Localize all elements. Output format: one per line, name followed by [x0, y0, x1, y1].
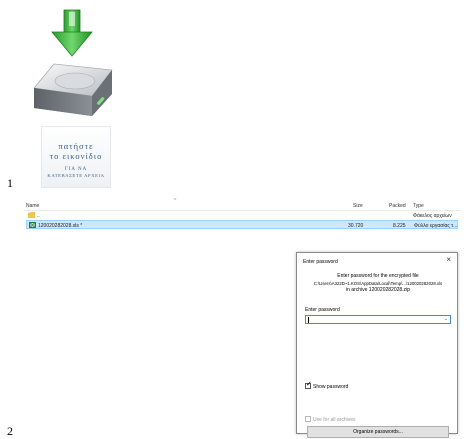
- password-dialog: Enter password × Enter password for the …: [296, 252, 458, 438]
- use-for-all-archives-label[interactable]: Use for all archives: [313, 417, 356, 423]
- download-drive-illustration[interactable]: [28, 8, 116, 118]
- organize-passwords-button[interactable]: Organize passwords...: [307, 426, 449, 438]
- file-packed-size: 8.225: [393, 223, 406, 229]
- file-name: ..: [37, 213, 40, 219]
- column-headers: ^ Name Size Packed Type: [24, 198, 460, 211]
- file-type: Φάκελος αρχείων: [413, 213, 452, 219]
- dialog-title: Enter password: [303, 259, 338, 265]
- message-line-3: in archive 120020282028.zip: [346, 287, 410, 293]
- column-header-size[interactable]: Size: [353, 203, 363, 209]
- close-icon[interactable]: ×: [446, 255, 451, 264]
- file-size: 30.720: [348, 223, 364, 229]
- download-instruction-label[interactable]: πατήστε το εικονίδιο ΓΙΑ ΝΑ ΚΑΤΕΒΑΣΕΤΕ Α…: [41, 126, 111, 188]
- password-input[interactable]: ⌄: [305, 315, 451, 324]
- file-type: Φύλλο εργασίας τ...: [414, 223, 458, 229]
- folder-icon: [28, 212, 35, 218]
- label-line-4: ΚΑΤΕΒΑΣΕΤΕ ΑΡΧΕΙΑ: [47, 173, 105, 178]
- file-name: 120020282028.xls *: [38, 223, 83, 229]
- password-label: Enter password: [305, 307, 340, 313]
- label-line-2: το εικονίδιο: [49, 151, 103, 161]
- use-for-all-archives-checkbox[interactable]: [305, 416, 311, 422]
- show-password-checkbox[interactable]: ✓: [305, 381, 312, 389]
- checkmark-icon: ✓: [306, 381, 312, 388]
- text-caret: [308, 317, 309, 323]
- excel-file-icon: [29, 222, 36, 228]
- step-number-1: 1: [7, 176, 13, 190]
- list-item[interactable]: .. Φάκελος αρχείων: [26, 211, 458, 220]
- list-item[interactable]: 120020282028.xls * 30.720 8.225 Φύλλο ερ…: [26, 220, 458, 229]
- chevron-down-icon[interactable]: ⌄: [444, 316, 448, 322]
- column-header-packed[interactable]: Packed: [389, 203, 406, 209]
- column-header-name[interactable]: Name: [26, 203, 39, 209]
- green-down-arrow-icon: [51, 9, 93, 57]
- column-header-type[interactable]: Type: [413, 203, 424, 209]
- label-line-1: πατήστε: [58, 141, 94, 151]
- dialog-message: Enter password for the encrypted file C:…: [301, 273, 455, 294]
- sort-chevron-icon: ^: [174, 198, 177, 204]
- hard-drive-download-icon: [33, 9, 113, 116]
- message-line-1: Enter password for the encrypted file: [337, 273, 419, 279]
- show-password-label[interactable]: Show password: [313, 384, 348, 390]
- message-line-2: C:\Users\A322D~1.KOS\AppData\Local\Temp\…: [313, 281, 443, 286]
